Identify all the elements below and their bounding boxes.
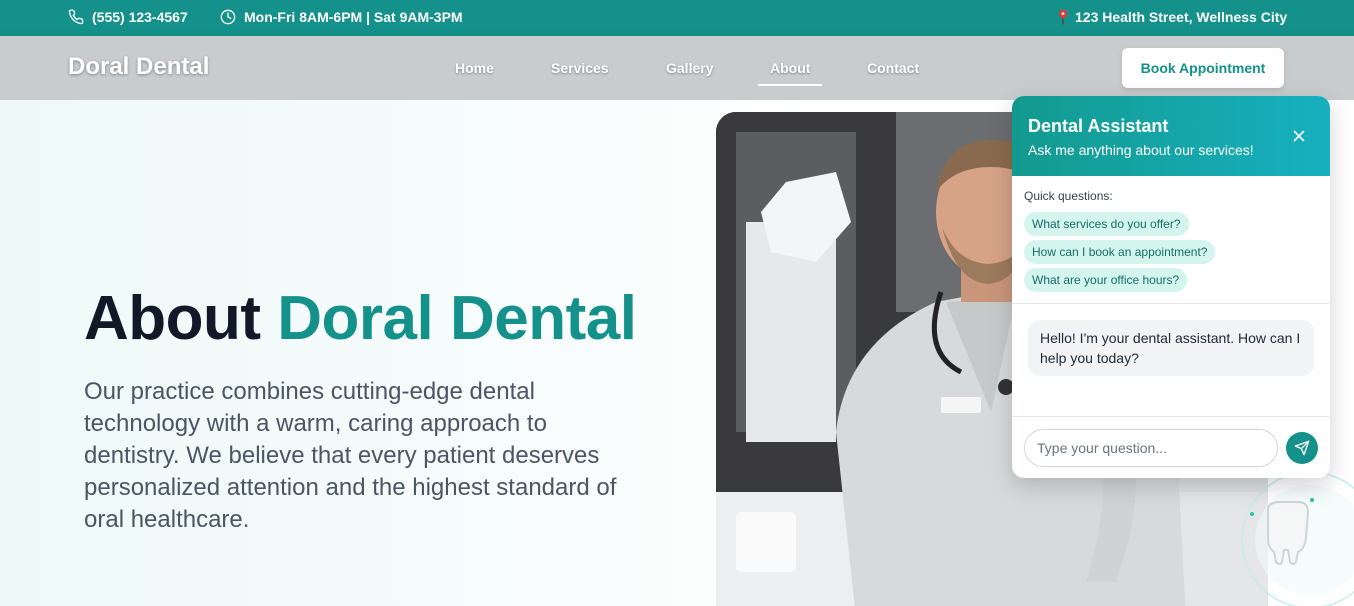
quick-question-book[interactable]: How can I book an appointment? [1024,240,1216,264]
send-button[interactable] [1286,432,1318,464]
page-title: About Doral Dental [84,283,637,354]
phone-info[interactable]: (555) 123-4567 [68,9,188,25]
phone-number: (555) 123-4567 [92,9,188,25]
top-info-bar: (555) 123-4567 Mon-Fri 8AM-6PM | Sat 9AM… [0,0,1354,36]
quick-questions-label: Quick questions: [1024,189,1113,203]
chat-subtitle: Ask me anything about our services! [1028,142,1254,158]
book-appointment-button[interactable]: Book Appointment [1122,48,1284,88]
main-navigation: Doral Dental Home Services Gallery About… [0,36,1354,100]
chat-messages: Hello! I'm your dental assistant. How ca… [1012,304,1330,416]
quick-question-services[interactable]: What services do you offer? [1024,212,1189,236]
nav-link-about[interactable]: About [757,60,824,86]
map-pin-icon [1059,9,1067,25]
nav-link-gallery[interactable]: Gallery [666,60,713,76]
title-accent: Doral Dental [277,284,637,353]
close-icon[interactable] [1290,127,1308,145]
assistant-message: Hello! I'm your dental assistant. How ca… [1028,320,1314,376]
nav-link-contact[interactable]: Contact [867,60,919,76]
phone-icon [68,9,84,25]
address-text: 123 Health Street, Wellness City [1075,9,1288,25]
address-info: 123 Health Street, Wellness City [1055,9,1287,25]
brand-logo[interactable]: Doral Dental [68,53,209,81]
title-plain: About [84,284,261,353]
nav-link-home[interactable]: Home [455,60,494,76]
hours-info: Mon-Fri 8AM-6PM | Sat 9AM-3PM [220,9,463,25]
office-hours: Mon-Fri 8AM-6PM | Sat 9AM-3PM [244,9,463,25]
clock-icon [220,9,236,25]
chat-input[interactable] [1024,429,1278,467]
chat-input-row [1012,416,1330,478]
nav-link-services[interactable]: Services [551,60,609,76]
chat-widget: Dental Assistant Ask me anything about o… [1012,96,1330,478]
about-description: Our practice combines cutting-edge denta… [84,378,617,533]
send-icon [1294,440,1310,456]
tooth-decoration [1240,470,1354,606]
quick-question-hours[interactable]: What are your office hours? [1024,268,1188,292]
chat-header: Dental Assistant Ask me anything about o… [1012,96,1330,176]
chat-title: Dental Assistant [1028,116,1169,136]
quick-questions: Quick questions: What services do you of… [1012,176,1330,304]
